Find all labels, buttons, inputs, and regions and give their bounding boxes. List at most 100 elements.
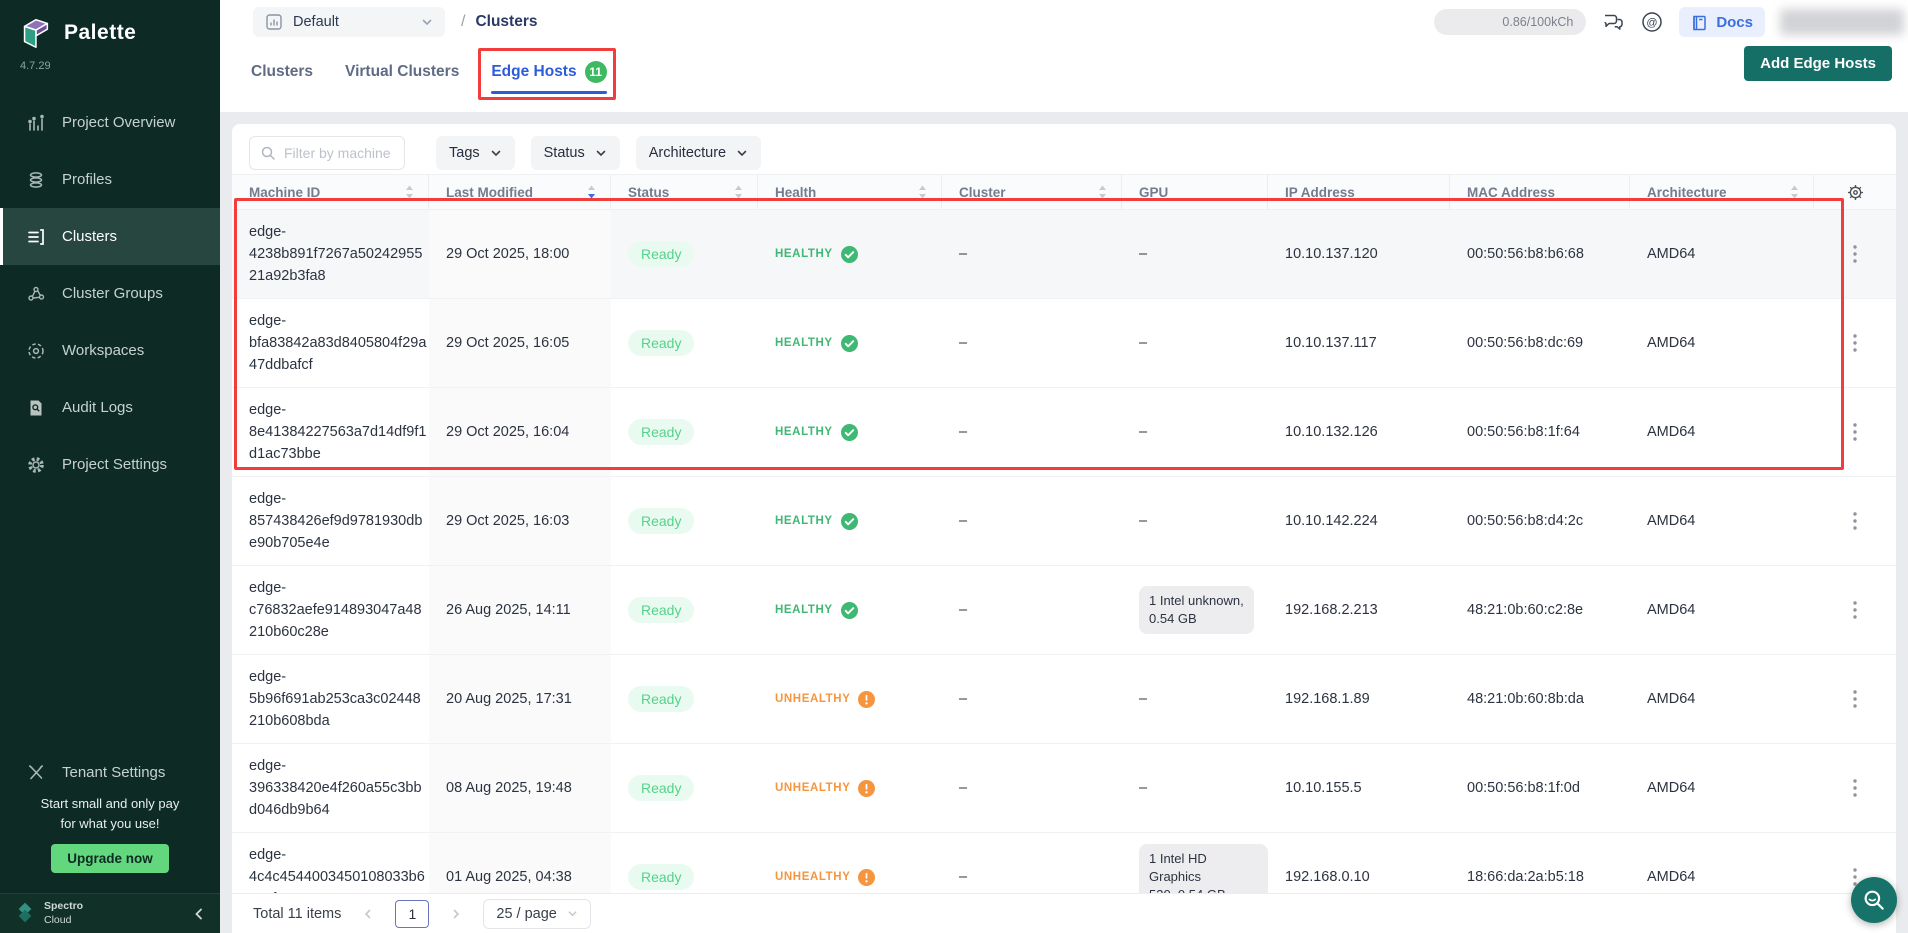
table-settings-gear-icon	[1846, 183, 1865, 202]
sidebar-item-workspaces[interactable]: Workspaces	[0, 322, 220, 379]
cluster-cell: –	[942, 246, 1122, 262]
kebab-menu-icon	[1853, 779, 1857, 797]
tab-virtual-clusters[interactable]: Virtual Clusters	[345, 40, 459, 104]
sort-icon[interactable]	[405, 185, 414, 199]
table-row[interactable]: edge-8e41384227563a7d14df9f1d1ac73bbe 29…	[232, 388, 1896, 477]
table-row[interactable]: edge-c76832aefe914893047a48210b60c28e 26…	[232, 566, 1896, 655]
table-row[interactable]: edge-396338420e4f260a55c3bbd046db9b64 08…	[232, 744, 1896, 833]
project-selector-value: Default	[293, 14, 339, 30]
collapse-sidebar-icon[interactable]	[192, 907, 206, 921]
kebab-menu-icon	[1853, 512, 1857, 530]
sidebar-item-project-settings[interactable]: Project Settings	[0, 436, 220, 493]
column-header-ip-address[interactable]: IP Address	[1268, 175, 1450, 209]
next-page-icon[interactable]	[450, 908, 462, 920]
mention-icon[interactable]: @	[1640, 10, 1664, 34]
sidebar-item-cluster-groups[interactable]: Cluster Groups	[0, 265, 220, 322]
healthy-check-icon	[841, 424, 858, 441]
chart-icon	[26, 113, 46, 133]
row-menu-button[interactable]	[1814, 779, 1896, 797]
docs-button[interactable]: Docs	[1679, 7, 1765, 37]
column-header-gpu[interactable]: GPU	[1122, 175, 1268, 209]
kebab-menu-icon	[1853, 334, 1857, 352]
column-header-health[interactable]: Health	[758, 175, 942, 209]
sidebar-item-tenant-settings[interactable]: Tenant Settings	[0, 744, 220, 801]
ip-address-cell: 10.10.155.5	[1268, 780, 1450, 796]
tabs: Clusters Virtual Clusters Edge Hosts 11	[251, 40, 1908, 104]
architecture-cell: AMD64	[1630, 335, 1814, 351]
unhealthy-warning-icon	[858, 691, 875, 708]
topbar-right: 0.86/100kCh @ Docs	[1434, 7, 1908, 37]
usage-value: 0.86/100kCh	[1502, 15, 1573, 29]
upgrade-now-button[interactable]: Upgrade now	[51, 844, 169, 873]
page-size-select[interactable]: 25 / page	[483, 899, 590, 929]
row-menu-button[interactable]	[1814, 245, 1896, 263]
column-settings[interactable]	[1814, 175, 1896, 209]
table-row[interactable]: edge-5b96f691ab253ca3c02448210b608bda 20…	[232, 655, 1896, 744]
unhealthy-warning-icon	[858, 869, 875, 886]
table-row[interactable]: edge-4c4c4544003450108033b6c04f504432 01…	[232, 833, 1896, 893]
layers-icon	[26, 170, 46, 190]
tab-label: Virtual Clusters	[345, 63, 459, 81]
sidebar-item-clusters[interactable]: Clusters	[0, 208, 220, 265]
sort-icon[interactable]	[734, 185, 743, 199]
row-menu-button[interactable]	[1814, 690, 1896, 708]
mac-address-cell: 18:66:da:2a:b5:18	[1450, 869, 1630, 885]
total-items: Total 11 items	[253, 906, 341, 922]
row-menu-button[interactable]	[1814, 601, 1896, 619]
column-header-machine-id[interactable]: Machine ID	[232, 175, 429, 209]
row-menu-button[interactable]	[1814, 512, 1896, 530]
page-number[interactable]: 1	[395, 900, 429, 928]
tags-filter-dropdown[interactable]: Tags	[436, 136, 515, 170]
add-edge-hosts-button[interactable]: Add Edge Hosts	[1744, 46, 1892, 81]
column-header-status[interactable]: Status	[611, 175, 758, 209]
sidebar-item-project-overview[interactable]: Project Overview	[0, 94, 220, 151]
column-header-last-modified[interactable]: Last Modified	[429, 175, 611, 209]
support-search-widget[interactable]	[1851, 877, 1897, 923]
sidebar-nav-bottom: Tenant Settings	[0, 744, 220, 801]
gpu-cell: –	[1122, 691, 1268, 707]
gpu-badge: 1 Intel unknown,0.54 GB	[1139, 586, 1254, 634]
breadcrumb-separator: /	[461, 13, 465, 31]
sort-icon-active-desc[interactable]	[587, 185, 596, 199]
gpu-cell: –	[1122, 513, 1268, 529]
chevron-down-icon	[736, 147, 748, 159]
palette-logo-icon	[16, 14, 54, 52]
sidebar-footer: Spectro Cloud	[0, 893, 220, 933]
sidebar-item-audit-logs[interactable]: Audit Logs	[0, 379, 220, 436]
cluster-cell: –	[942, 335, 1122, 351]
column-header-cluster[interactable]: Cluster	[942, 175, 1122, 209]
sort-icon[interactable]	[1098, 185, 1107, 199]
cluster-cell: –	[942, 780, 1122, 796]
architecture-filter-dropdown[interactable]: Architecture	[636, 136, 761, 170]
svg-text:@: @	[1647, 17, 1658, 29]
search-input[interactable]	[249, 136, 405, 170]
machine-id-search	[249, 136, 405, 170]
tab-clusters[interactable]: Clusters	[251, 40, 313, 104]
project-selector[interactable]: Default	[253, 7, 445, 37]
column-header-mac-address[interactable]: MAC Address	[1450, 175, 1630, 209]
edge-hosts-table-card: Tags Status Architecture Machine ID Last…	[232, 124, 1896, 933]
table-row[interactable]: edge-4238b891f7267a5024295521a92b3fa8 29…	[232, 210, 1896, 299]
machine-id: edge-8e41384227563a7d14df9f1d1ac73bbe	[249, 399, 429, 465]
mac-address-cell: 48:21:0b:60:8b:da	[1450, 691, 1630, 707]
table-row[interactable]: edge-857438426ef9d9781930dbe90b705e4e 29…	[232, 477, 1896, 566]
gpu-cell: –	[1122, 335, 1268, 351]
row-menu-button[interactable]	[1814, 334, 1896, 352]
status-filter-dropdown[interactable]: Status	[531, 136, 620, 170]
tab-edge-hosts[interactable]: Edge Hosts 11	[491, 40, 606, 104]
row-menu-button[interactable]	[1814, 423, 1896, 441]
chat-icon[interactable]	[1601, 10, 1625, 34]
table-row[interactable]: edge-bfa83842a83d8405804f29a47ddbafcf 29…	[232, 299, 1896, 388]
user-account-redacted[interactable]	[1780, 9, 1904, 35]
chevron-down-icon	[567, 908, 578, 919]
column-header-architecture[interactable]: Architecture	[1630, 175, 1814, 209]
sort-icon[interactable]	[918, 185, 927, 199]
kebab-menu-icon	[1853, 245, 1857, 263]
promo-line2: for what you use!	[0, 814, 220, 834]
sidebar-item-label: Tenant Settings	[62, 764, 165, 781]
sidebar-item-profiles[interactable]: Profiles	[0, 151, 220, 208]
nodes-icon	[26, 284, 46, 304]
prev-page-icon[interactable]	[362, 908, 374, 920]
app-version: 4.7.29	[0, 52, 220, 72]
sort-icon[interactable]	[1790, 185, 1799, 199]
